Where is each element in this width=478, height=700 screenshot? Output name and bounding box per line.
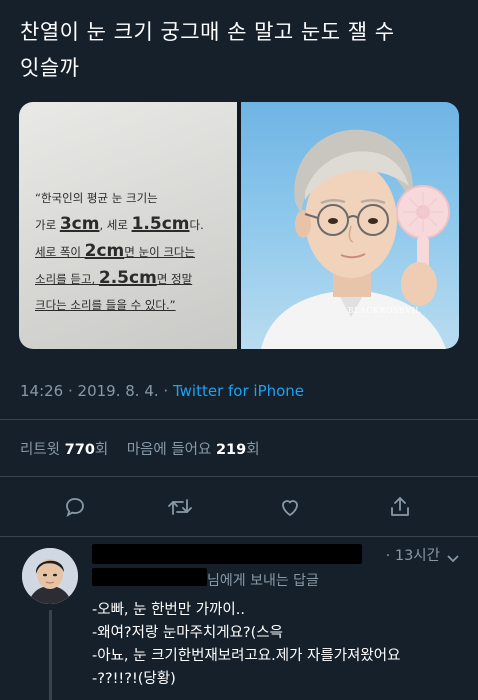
quote-text: “한국인의 평균 눈 크기는 가로 3cm, 세로 1.5cm다. 세로 폭이 … (35, 185, 235, 318)
like-count: 219 (215, 442, 247, 458)
divider (0, 536, 478, 537)
tweet-media[interactable]: “한국인의 평균 눈 크기는 가로 3cm, 세로 1.5cm다. 세로 폭이 … (19, 102, 459, 349)
media-photo-text-quote[interactable]: “한국인의 평균 눈 크기는 가로 3cm, 세로 1.5cm다. 세로 폭이 … (19, 102, 237, 349)
like-icon[interactable] (273, 490, 307, 524)
reply-icon[interactable] (58, 490, 92, 524)
quote-value-2cm: 2cm (84, 241, 125, 261)
tweet-text-line2: 잇슬까 (20, 56, 80, 80)
quote-line4-part: 면 정말 (156, 272, 193, 286)
meta-separator: · (158, 382, 173, 400)
reply-line: -왜여?저랑 눈마주치게요?(스윽 (92, 625, 283, 641)
media-photo-portrait[interactable]: BLACKROSEVIL (241, 102, 459, 349)
reply-line: -오빠, 눈 한번만 가까이.. (92, 602, 245, 618)
tweet-stats: 리트윗 770회 마음에 들어요 219회 (20, 438, 260, 459)
tweet-meta: 14:26 · 2019. 8. 4. · Twitter for iPhone (20, 382, 304, 400)
quote-line2-part: 가로 (35, 218, 60, 232)
tweet-date[interactable]: 2019. 8. 4. (78, 382, 159, 400)
reply-line: -아뇨, 눈 크기한번재보려고요.제가 자를가져왔어요 (92, 648, 401, 664)
quote-line4-part: 소리를 듣고, (35, 272, 99, 286)
reply-line: -??!!?!(당황) (92, 671, 176, 687)
retweet-icon[interactable] (163, 490, 197, 524)
divider (0, 476, 478, 477)
like-label: 마음에 들어요 (126, 442, 216, 458)
tweet-time[interactable]: 14:26 (20, 382, 63, 400)
thread-line (49, 610, 52, 700)
reply-tweet[interactable]: · 13시간 님에게 보내는 답글 -오빠, 눈 한번만 가까이.. -왜여?저… (0, 540, 478, 700)
tweet-text: 찬열이 눈 크기 궁그매 손 말고 눈도 잴 수 잇슬까 (20, 14, 460, 86)
avatar[interactable] (22, 548, 78, 604)
retweet-label: 리트윗 (20, 442, 65, 458)
retweet-count: 770 (64, 442, 95, 458)
quote-value-3cm: 3cm (59, 214, 100, 234)
quote-line3-part: 면 눈이 크다는 (124, 245, 196, 259)
retweet-unit: 회 (94, 442, 109, 458)
tweet-client-link[interactable]: Twitter for iPhone (173, 382, 304, 400)
meta-separator: · (63, 382, 78, 400)
quote-line2-part: 다. (189, 218, 204, 232)
reply-text: -오빠, 눈 한번만 가까이.. -왜여?저랑 눈마주치게요?(스윽 -아뇨, … (92, 599, 400, 691)
chevron-down-icon[interactable] (446, 549, 460, 568)
share-icon[interactable] (383, 490, 417, 524)
photo-watermark: BLACKROSEVIL (347, 306, 421, 315)
quote-line1: “한국인의 평균 눈 크기는 (35, 191, 158, 205)
redacted-username (92, 544, 362, 564)
tweet-action-bar (0, 490, 478, 526)
like-stat[interactable]: 마음에 들어요 219회 (127, 442, 260, 458)
like-unit: 회 (246, 442, 260, 458)
tweet-text-line1: 찬열이 눈 크기 궁그매 손 말고 눈도 잴 수 (20, 20, 395, 44)
quote-line2-part: , 세로 (99, 218, 132, 232)
divider (0, 419, 478, 420)
quote-line5: 크다는 소리를 들을 수 있다.” (35, 298, 176, 312)
reply-time: · 13시간 (385, 548, 440, 564)
reply-to-label: 님에게 보내는 답글 (207, 573, 319, 589)
quote-value-1-5cm: 1.5cm (131, 214, 190, 234)
retweet-stat[interactable]: 리트윗 770회 (20, 442, 108, 458)
quote-line3-part: 세로 폭이 (35, 245, 85, 259)
redacted-reply-target (92, 568, 207, 586)
quote-value-2-5cm: 2.5cm (98, 268, 157, 288)
